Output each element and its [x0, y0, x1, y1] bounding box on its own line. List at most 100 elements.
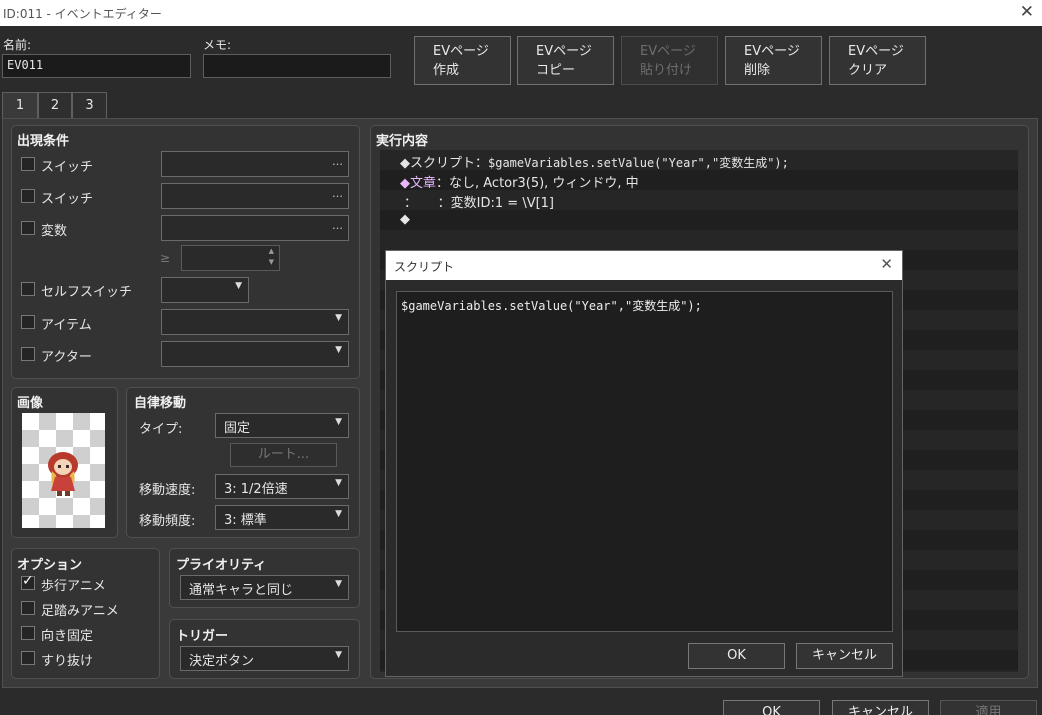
actor-label: アクター: [41, 350, 92, 365]
button-line1: EVページ: [640, 44, 696, 59]
chevron-down-icon: ▼: [335, 650, 342, 660]
spin-up-icon[interactable]: ▲: [269, 247, 274, 255]
chevron-down-icon: ▼: [335, 313, 342, 323]
button-line2: コピー: [536, 63, 576, 78]
walking-animation-checkbox[interactable]: [21, 573, 35, 590]
close-icon[interactable]: ✕: [880, 255, 893, 273]
button-line1: EVページ: [744, 44, 800, 59]
button-line1: EVページ: [536, 44, 592, 59]
ev-page-copy-button[interactable]: EVページ コピー: [517, 36, 614, 85]
variable-checkbox[interactable]: [21, 221, 35, 235]
switch2-label: スイッチ: [41, 192, 94, 207]
chevron-down-icon: ▼: [335, 478, 342, 488]
tab-page-2[interactable]: 2: [38, 92, 72, 118]
item-dropdown[interactable]: ▼: [161, 309, 349, 335]
movement-frequency-label: 移動頻度:: [139, 514, 196, 529]
command-code: $gameVariables.setValue("Year","変数生成");: [488, 156, 789, 170]
options-title: オプション: [17, 558, 83, 573]
chevron-down-icon: ▼: [235, 281, 242, 291]
contents-title: 実行内容: [376, 134, 429, 149]
character-image[interactable]: [22, 413, 105, 528]
command-line-text-body[interactable]: ： ：変数ID:1 = \V[1]: [404, 192, 554, 211]
variable-selector[interactable]: …: [161, 215, 349, 241]
script-code-editor[interactable]: $gameVariables.setValue("Year","変数生成");: [396, 291, 893, 632]
script-cancel-button[interactable]: キャンセル: [796, 643, 893, 669]
self-switch-dropdown[interactable]: ▼: [161, 277, 249, 303]
name-label: 名前:: [3, 38, 32, 52]
conditions-title: 出現条件: [17, 134, 70, 149]
switch1-selector[interactable]: …: [161, 151, 349, 177]
walking-animation-label: 歩行アニメ: [41, 579, 106, 594]
ev-page-delete-button[interactable]: EVページ 削除: [725, 36, 822, 85]
close-icon[interactable]: ✕: [1020, 2, 1034, 22]
route-button[interactable]: ルート...: [230, 443, 337, 467]
greater-equal-symbol: ≥: [160, 251, 171, 265]
trigger-title: トリガー: [176, 629, 229, 644]
actor-checkbox[interactable]: [21, 347, 35, 361]
movement-speed-dropdown[interactable]: 3: 1/2倍速 ▼: [215, 474, 349, 499]
button-line2: 貼り付け: [640, 63, 693, 78]
through-label: すり抜け: [41, 654, 94, 669]
command-line-text[interactable]: ◆文章：なし, Actor3(5), ウィンドウ, 中: [400, 172, 639, 191]
movement-type-label: タイプ:: [139, 422, 183, 437]
ellipsis-icon: …: [332, 187, 343, 200]
priority-value: 通常キャラと同じ: [189, 583, 294, 598]
command-prefix: ◆文章: [400, 176, 436, 191]
command-line-empty[interactable]: ◆: [400, 212, 410, 227]
tab-page-3[interactable]: 3: [72, 92, 107, 118]
chevron-down-icon: ▼: [335, 417, 342, 427]
stepping-animation-checkbox[interactable]: [21, 601, 35, 615]
tab-page-1[interactable]: 1: [2, 92, 38, 119]
cancel-button[interactable]: キャンセル: [832, 700, 929, 715]
actor-dropdown[interactable]: ▼: [161, 341, 349, 367]
movement-speed-value: 3: 1/2倍速: [224, 482, 288, 497]
item-label: アイテム: [41, 318, 92, 333]
ellipsis-icon: …: [332, 155, 343, 168]
ellipsis-icon: …: [332, 219, 343, 232]
memo-input[interactable]: [203, 54, 391, 78]
button-line2: 削除: [744, 63, 771, 78]
direction-fix-label: 向き固定: [41, 629, 94, 644]
priority-title: プライオリティ: [176, 558, 267, 573]
apply-button[interactable]: 適用: [940, 700, 1037, 715]
switch2-checkbox[interactable]: [21, 189, 35, 203]
direction-fix-checkbox[interactable]: [21, 626, 35, 640]
command-prefix: ◆スクリプト：: [400, 156, 488, 171]
chevron-down-icon: ▼: [335, 345, 342, 355]
ev-page-create-button[interactable]: EVページ 作成: [414, 36, 511, 85]
button-line2: 作成: [433, 63, 460, 78]
script-ok-button[interactable]: OK: [688, 643, 785, 669]
through-checkbox[interactable]: [21, 651, 35, 665]
movement-title: 自律移動: [134, 396, 187, 411]
image-title: 画像: [17, 396, 44, 411]
script-dialog-title: スクリプト: [394, 260, 455, 274]
item-checkbox[interactable]: [21, 315, 35, 329]
switch1-checkbox[interactable]: [21, 157, 35, 171]
switch1-label: スイッチ: [41, 160, 94, 175]
ok-button[interactable]: OK: [723, 700, 820, 715]
chevron-down-icon: ▼: [335, 579, 342, 589]
command-line-script[interactable]: ◆スクリプト：$gameVariables.setValue("Year","変…: [400, 152, 789, 171]
spin-down-icon[interactable]: ▼: [269, 258, 274, 266]
variable-value-stepper[interactable]: ▲ ▼: [181, 245, 280, 271]
chevron-down-icon: ▼: [335, 509, 342, 519]
self-switch-label: セルフスイッチ: [41, 285, 133, 300]
name-input[interactable]: EV011: [2, 54, 191, 78]
button-line1: EVページ: [848, 44, 904, 59]
movement-frequency-dropdown[interactable]: 3: 標準 ▼: [215, 505, 349, 530]
memo-label: メモ:: [203, 38, 232, 52]
script-dialog: スクリプト ✕ $gameVariables.setValue("Year","…: [385, 250, 903, 677]
command-detail: ：なし, Actor3(5), ウィンドウ, 中: [436, 176, 639, 191]
self-switch-checkbox[interactable]: [21, 282, 35, 296]
script-dialog-titlebar: スクリプト ✕: [386, 251, 902, 280]
trigger-dropdown[interactable]: 決定ボタン ▼: [180, 646, 349, 671]
stepping-animation-label: 足踏みアニメ: [41, 604, 119, 619]
button-line1: EVページ: [433, 44, 489, 59]
ev-page-paste-button[interactable]: EVページ 貼り付け: [621, 36, 718, 85]
movement-frequency-value: 3: 標準: [224, 513, 267, 528]
movement-type-dropdown[interactable]: 固定 ▼: [215, 413, 349, 438]
switch2-selector[interactable]: …: [161, 183, 349, 209]
priority-dropdown[interactable]: 通常キャラと同じ ▼: [180, 575, 349, 600]
ev-page-clear-button[interactable]: EVページ クリア: [829, 36, 926, 85]
movement-speed-label: 移動速度:: [139, 483, 196, 498]
